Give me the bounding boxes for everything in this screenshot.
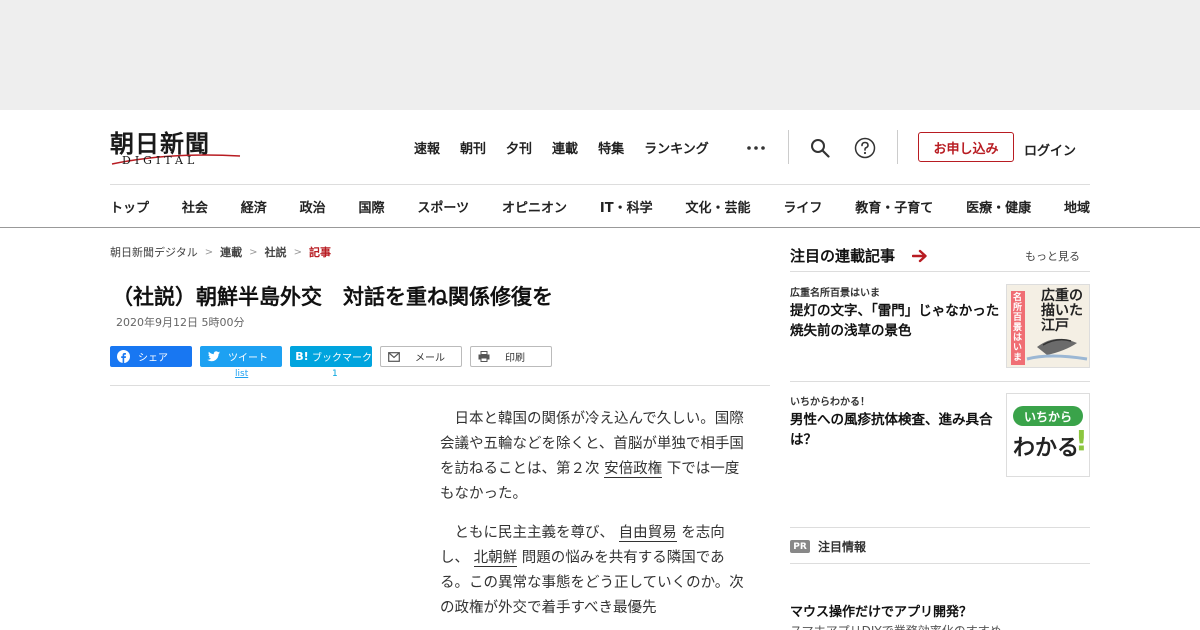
mail-icon [385,351,403,362]
facebook-share-label: シェア [138,353,168,364]
mail-share-button[interactable]: メール [380,346,462,367]
breadcrumb-separator: > [204,246,214,258]
divider [790,563,1090,564]
mail-share-label: メール [415,353,445,364]
top-nav-item-sokuho[interactable]: 速報 [414,138,440,157]
print-button[interactable]: 印刷 [470,346,552,367]
top-nav-item-rensai[interactable]: 連載 [552,138,578,157]
keyword-link[interactable]: 自由貿易 [618,525,677,542]
category-life[interactable]: ライフ [783,197,822,216]
category-international[interactable]: 国際 [359,197,385,216]
article-paragraph: ともに民主主義を尊び、 自由貿易 を志向し、 北朝鮮 問題の悩みを共有する隣国で… [440,521,750,621]
divider [790,527,1090,528]
card-thumbnail[interactable]: いちから わかる ! [1006,393,1090,477]
login-link[interactable]: ログイン [1024,140,1076,159]
arrow-right-icon[interactable] [912,249,928,263]
header-divider [897,130,898,164]
card-category[interactable]: 広重名所百景はいま [790,284,880,299]
breadcrumb-rensai[interactable]: 連載 [220,244,242,260]
pr-section-label: 注目情報 [818,540,867,554]
card-thumbnail[interactable]: 広重の描いた江戸 名所百景はいま [1006,284,1090,368]
logo-sub-text: DIGITAL [122,154,199,167]
breadcrumb: 朝日新聞デジタル > 連載 > 社説 > 記事 [110,244,331,260]
divider [110,385,770,386]
card-category[interactable]: いちからわかる！ [790,393,870,408]
facebook-icon [114,350,132,363]
keyword-link[interactable]: 安倍政権 [604,461,663,478]
thumbnail-badge: いちから [1013,406,1083,426]
sidebar-title[interactable]: 注目の連載記事 [790,245,895,266]
article-paragraph: 日本と韓国の関係が冷え込んで久しい。国際会議や五輪などを除くと、首脳が単独で相手… [440,407,750,507]
top-nav-item-ranking[interactable]: ランキング [644,138,709,157]
twitter-share-button[interactable]: ツイート [200,346,282,367]
thumbnail-title: 広重の描いた江戸 [1041,288,1083,334]
top-nav: 速報 朝刊 夕刊 連載 特集 ランキング [414,138,729,157]
category-sports[interactable]: スポーツ [417,197,469,216]
category-top[interactable]: トップ [110,197,149,216]
breadcrumb-current: 記事 [308,246,331,259]
thumbnail-side-text: 名所百景はいま [1013,293,1023,363]
header-divider [788,130,789,164]
breadcrumb-separator: > [249,246,258,258]
breadcrumb-home[interactable]: 朝日新聞デジタル [110,244,198,260]
thumbnail-wordmark: わかる [1013,436,1080,461]
article-date: 2020年9月12日 5時00分 [116,316,245,329]
site-logo[interactable]: 朝日新聞 DIGITAL [110,124,242,170]
category-opinion[interactable]: オピニオン [502,197,567,216]
category-economy[interactable]: 経済 [241,197,267,216]
hatena-bookmark-icon: B! [295,350,309,363]
article-body: 日本と韓国の関係が冷え込んで久しい。国際会議や五輪などを除くと、首脳が単独で相手… [440,407,750,630]
breadcrumb-shasetsu[interactable]: 社説 [265,244,287,260]
divider [790,271,1090,272]
thumbnail-exclamation: ! [1075,424,1088,457]
more-dots-icon[interactable] [746,146,766,150]
category-education[interactable]: 教育・子育て [855,197,933,216]
breadcrumb-separator: > [293,246,302,258]
pr-item-subtitle[interactable]: スマホアプリDIYで業務効率化のすすめ [790,622,1002,630]
subscribe-button[interactable]: お申し込み [918,132,1014,162]
facebook-share-button[interactable]: シェア [110,346,192,367]
category-health[interactable]: 医療・健康 [966,197,1031,216]
pr-item-title[interactable]: マウス操作だけでアプリ開発？ [790,601,972,620]
article-title: （社説）朝鮮半島外交 対話を重ね関係修復を [112,285,553,309]
category-region[interactable]: 地域 [1064,197,1090,216]
search-icon[interactable] [810,138,830,158]
top-nav-item-chokan[interactable]: 朝刊 [460,138,486,157]
top-nav-item-tokushu[interactable]: 特集 [598,138,624,157]
card-title[interactable]: 提灯の文字、「雷門」じゃなかった 焼失前の浅草の景色 [790,301,1013,341]
twitter-count[interactable]: list [235,369,248,379]
divider [790,381,1090,382]
article-text: ともに民主主義を尊び、 [440,525,619,541]
hatena-count[interactable]: 1 [332,369,338,379]
hatena-bookmark-button[interactable]: B! ブックマーク [290,346,372,367]
print-icon [475,351,493,362]
top-nav-item-yukan[interactable]: 夕刊 [506,138,532,157]
card-title[interactable]: 男性への風疹抗体検査、進み具合は？ [790,410,1002,450]
hatena-bookmark-label: ブックマーク [312,353,372,364]
divider [110,184,1090,185]
print-label: 印刷 [505,353,525,364]
sidebar-more-link[interactable]: もっと見る [1025,248,1080,264]
category-nav: トップ 社会 経済 政治 国際 スポーツ オピニオン IT・科学 文化・芸能 ラ… [110,197,1090,216]
pr-badge: PR [790,540,810,553]
keyword-link[interactable]: 北朝鮮 [473,550,518,567]
help-icon[interactable] [854,137,876,159]
twitter-share-label: ツイート [228,353,268,364]
twitter-icon [204,350,222,363]
category-it-science[interactable]: IT・科学 [600,197,653,216]
category-politics[interactable]: 政治 [300,197,326,216]
category-society[interactable]: 社会 [182,197,208,216]
category-culture[interactable]: 文化・芸能 [685,197,750,216]
ad-banner [0,0,1200,110]
divider [0,227,1200,228]
